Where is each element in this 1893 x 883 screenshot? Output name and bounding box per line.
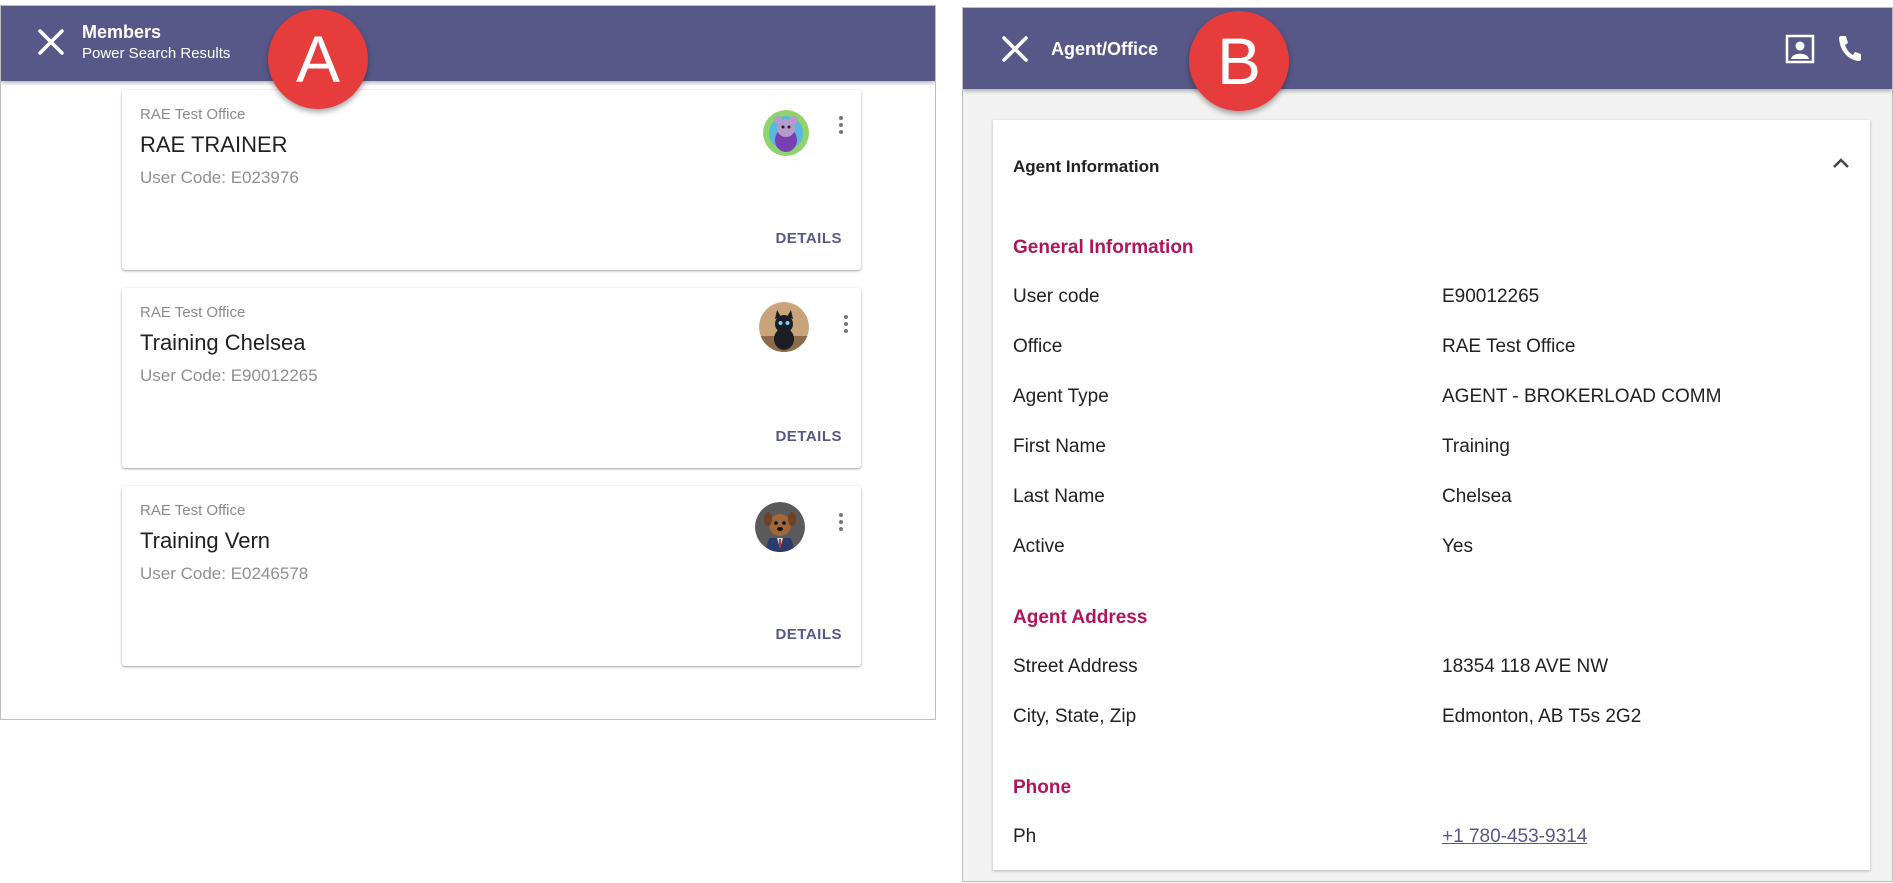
dog-in-suit-avatar bbox=[755, 502, 805, 552]
section-title: Agent Information bbox=[1013, 157, 1160, 176]
details-button[interactable]: DETAILS bbox=[775, 428, 842, 445]
close-icon[interactable] bbox=[37, 28, 65, 56]
field-label: Last Name bbox=[1013, 486, 1105, 507]
members-panel: Members Power Search Results A RAE Test … bbox=[0, 5, 936, 720]
phone-icon[interactable] bbox=[1836, 33, 1864, 68]
more-vert-icon[interactable] bbox=[841, 313, 851, 337]
black-cat-avatar bbox=[759, 302, 809, 352]
callout-marker-a: A bbox=[268, 9, 368, 109]
member-office: RAE Test Office bbox=[140, 106, 246, 123]
member-user-code: User Code: E90012265 bbox=[140, 366, 318, 385]
member-user-code: User Code: E0246578 bbox=[140, 564, 309, 583]
chevron-up-icon[interactable] bbox=[1832, 156, 1850, 175]
field-label: Street Address bbox=[1013, 656, 1138, 677]
field-label: City, State, Zip bbox=[1013, 706, 1137, 727]
details-button[interactable]: DETAILS bbox=[775, 230, 842, 247]
general-information-title: General Information bbox=[1013, 237, 1194, 258]
field-value: 18354 118 AVE NW bbox=[1442, 656, 1609, 677]
details-button[interactable]: DETAILS bbox=[775, 626, 842, 643]
phone-title: Phone bbox=[1013, 777, 1072, 798]
field-label: Active bbox=[1013, 536, 1065, 557]
field-value: Chelsea bbox=[1442, 486, 1512, 507]
member-name: RAE TRAINER bbox=[140, 132, 288, 157]
field-label: Agent Type bbox=[1013, 386, 1109, 407]
contact-card-icon[interactable] bbox=[1785, 34, 1815, 69]
field-value: Yes bbox=[1442, 536, 1473, 557]
members-header: Members Power Search Results bbox=[1, 6, 935, 81]
agent-office-header: Agent/Office bbox=[963, 8, 1892, 89]
callout-marker-b: B bbox=[1189, 11, 1289, 111]
member-card[interactable]: RAE Test Office Training Chelsea User Co… bbox=[122, 288, 861, 468]
member-name: Training Vern bbox=[140, 528, 271, 553]
close-icon[interactable] bbox=[1001, 35, 1029, 63]
member-office: RAE Test Office bbox=[140, 304, 246, 321]
header-title: Members bbox=[82, 22, 162, 42]
field-value: E90012265 bbox=[1442, 286, 1540, 307]
agent-address-title: Agent Address bbox=[1013, 607, 1148, 628]
member-user-code: User Code: E023976 bbox=[140, 168, 299, 187]
field-value: RAE Test Office bbox=[1442, 336, 1576, 357]
field-label: Office bbox=[1013, 336, 1063, 357]
more-vert-icon[interactable] bbox=[836, 511, 846, 535]
more-vert-icon[interactable] bbox=[836, 114, 846, 138]
member-office: RAE Test Office bbox=[140, 502, 246, 519]
member-card[interactable]: RAE Test Office Training Vern User Code:… bbox=[122, 486, 861, 666]
member-card[interactable]: RAE Test Office RAE TRAINER User Code: E… bbox=[122, 90, 861, 270]
field-label: Ph bbox=[1013, 826, 1037, 847]
member-name: Training Chelsea bbox=[140, 330, 306, 355]
field-label: User code bbox=[1013, 286, 1100, 307]
field-label: First Name bbox=[1013, 436, 1106, 457]
header-title: Agent/Office bbox=[1051, 39, 1159, 59]
agent-office-panel: Agent/Office B Agent Information General… bbox=[962, 7, 1893, 882]
phone-link[interactable]: +1 780-453-9314 bbox=[1442, 826, 1587, 848]
field-value: Edmonton, AB T5s 2G2 bbox=[1442, 706, 1642, 727]
purple-mascot-avatar bbox=[763, 110, 809, 156]
agent-information-card: Agent Information General Information Us… bbox=[993, 120, 1870, 870]
field-value: Training bbox=[1442, 436, 1510, 457]
field-value: AGENT - BROKERLOAD COMM bbox=[1442, 386, 1722, 407]
header-subtitle: Power Search Results bbox=[82, 45, 231, 62]
